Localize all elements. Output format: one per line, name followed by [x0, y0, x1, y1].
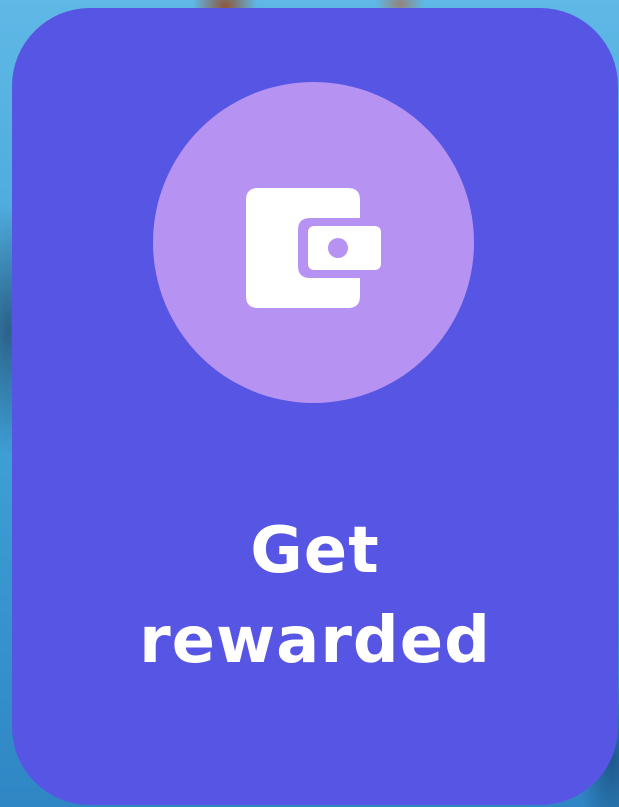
- card-title-line-2: rewarded: [139, 604, 491, 678]
- card-title-line-1: Get: [250, 514, 380, 588]
- card-title: Get rewarded: [12, 506, 618, 686]
- wallet-icon: [246, 188, 381, 308]
- get-rewarded-card[interactable]: Get rewarded: [12, 8, 618, 805]
- icon-circle: [153, 82, 474, 403]
